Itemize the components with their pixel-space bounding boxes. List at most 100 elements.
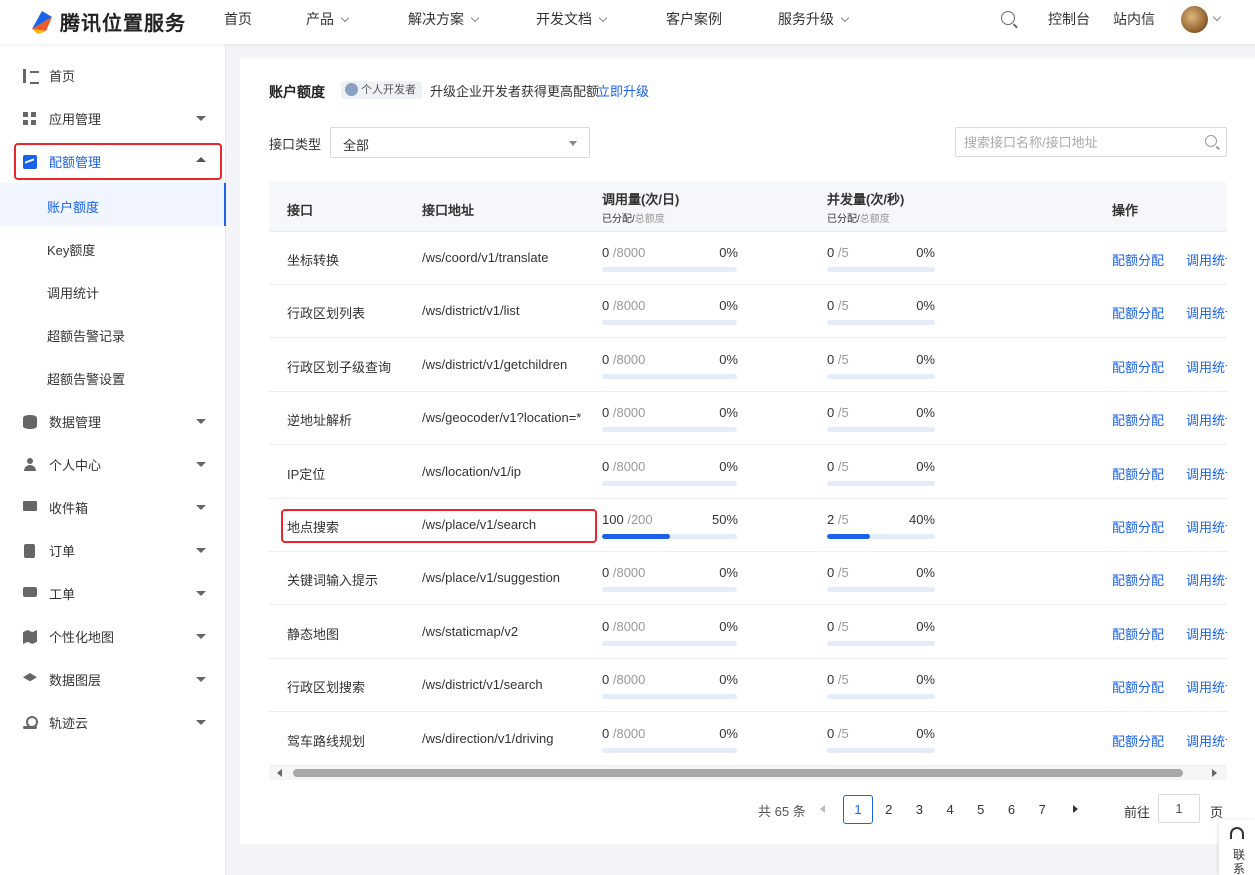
scroll-right-icon[interactable] [1212,769,1217,777]
pagination-total: 共 65 条 [758,804,806,819]
page-6[interactable]: 6 [997,795,1027,824]
prev-page-icon[interactable] [820,805,825,813]
upgrade-tip: 升级企业开发者获得更高配额 [430,84,600,99]
caret-down-icon [196,634,206,639]
sidebar-subitem-2[interactable]: 调用统计 [0,269,226,312]
page-3[interactable]: 3 [904,795,934,824]
brand-logo[interactable]: 腾讯位置服务 [28,6,186,36]
scroll-thumb[interactable] [293,769,1183,777]
page-4[interactable]: 4 [935,795,965,824]
quota-allocate-link[interactable]: 配额分配 [1112,303,1164,322]
nav-item-1[interactable]: 产品 [306,0,350,44]
scroll-left-icon[interactable] [277,769,282,777]
daily-percent: 0% [719,351,738,367]
grid-icon [23,112,37,126]
call-stats-link[interactable]: 调用统计 [1186,250,1227,269]
avatar[interactable] [1181,6,1208,33]
qps-usage: 0 /5 [827,459,849,474]
sidebar-item-1[interactable]: 应用管理 [0,97,226,140]
quota-allocate-link[interactable]: 配额分配 [1112,410,1164,429]
caret-down-icon [569,141,577,146]
quota-allocate-link[interactable]: 配额分配 [1112,731,1164,750]
qps-total: /5 [837,245,849,260]
chevron-down-icon[interactable] [1212,12,1222,22]
console-link[interactable]: 控制台 [1048,0,1090,44]
call-stats-link[interactable]: 调用统计 [1186,410,1227,429]
sidebar-item-0[interactable]: 首页 [0,54,226,97]
call-stats-link[interactable]: 调用统计 [1186,303,1227,322]
api-name: 逆地址解析 [287,413,353,429]
sidebar-item-10[interactable]: 轨迹云 [0,701,226,744]
nav-item-4[interactable]: 客户案例 [666,0,722,44]
qps-percent: 0% [916,245,935,260]
nav-item-2[interactable]: 解决方案 [408,0,480,44]
daily-usage: 0 /8000 [602,672,645,687]
quota-allocate-link[interactable]: 配额分配 [1112,517,1164,536]
logo-icon [32,11,52,34]
list-icon [23,69,39,84]
api-name: 驾车路线规划 [287,733,366,749]
qps-used: 0 [827,405,835,421]
call-stats-link[interactable]: 调用统计 [1186,464,1227,483]
contact-widget[interactable]: 联系 [1219,820,1255,875]
call-stats-link[interactable]: 调用统计 [1186,517,1227,536]
ticket-icon [23,587,37,597]
qps-usage: 0 /5 [827,565,849,580]
quota-allocate-link[interactable]: 配额分配 [1112,677,1164,696]
upgrade-link[interactable]: 立即升级 [597,81,649,100]
daily-used: 0 [602,565,610,581]
header-api: 接口 [287,203,314,218]
goto-page-input[interactable] [1158,794,1200,823]
quota-allocate-link[interactable]: 配额分配 [1112,570,1164,589]
search-icon[interactable] [1205,135,1217,147]
table-row: 驾车路线规划/ws/direction/v1/driving 0 /8000 0% 0… [269,713,1227,766]
quota-allocate-link[interactable]: 配额分配 [1112,250,1164,269]
sidebar-subitem-4[interactable]: 超额告警设置 [0,355,226,398]
qps-total: /5 [837,618,849,634]
sidebar-item-9[interactable]: 数据图层 [0,658,226,701]
sidebar-item-7[interactable]: 工单 [0,572,226,615]
inbox-link[interactable]: 站内信 [1113,0,1155,44]
contact-label: 联系 [1233,848,1246,875]
page-1[interactable]: 1 [843,795,873,824]
call-stats-link[interactable]: 调用统计 [1186,624,1227,643]
api-path: /ws/district/v1/list [422,303,520,319]
sidebar-subitem-label: 超额告警设置 [47,372,126,387]
page-2[interactable]: 2 [874,795,904,824]
daily-total: /8000 [612,672,646,688]
horizontal-scrollbar[interactable] [269,766,1227,780]
daily-used: 0 [602,725,610,741]
api-path: /ws/geocoder/v1?location=* [422,410,582,426]
sidebar-subitem-label: 超额告警记录 [47,329,126,344]
api-path: /ws/coord/v1/translate [422,250,549,265]
sidebar-subitem-0[interactable]: 账户额度 [0,183,226,226]
daily-usage: 0 /8000 [602,298,645,313]
search-input[interactable] [955,127,1227,157]
call-stats-link[interactable]: 调用统计 [1186,570,1227,589]
sidebar-item-3[interactable]: 数据管理 [0,400,226,443]
nav-item-0[interactable]: 首页 [224,0,252,44]
quota-allocate-link[interactable]: 配额分配 [1112,464,1164,483]
sidebar-item-6[interactable]: 订单 [0,529,226,572]
sidebar-item-4[interactable]: 个人中心 [0,443,226,486]
quota-allocate-link[interactable]: 配额分配 [1112,357,1164,376]
call-stats-link[interactable]: 调用统计 [1186,731,1227,750]
search-icon[interactable] [1001,11,1015,25]
sidebar-item-8[interactable]: 个性化地图 [0,615,226,658]
next-page-icon[interactable] [1073,805,1078,813]
sidebar-subitem-1[interactable]: Key额度 [0,226,226,269]
qps-percent: 0% [916,458,935,474]
quota-allocate-link[interactable]: 配额分配 [1112,624,1164,643]
call-stats-link[interactable]: 调用统计 [1186,357,1227,376]
api-type-select[interactable]: 全部 [330,127,590,158]
page-5[interactable]: 5 [966,795,996,824]
page-7[interactable]: 7 [1027,795,1057,824]
nav-item-5[interactable]: 服务升级 [778,0,850,44]
api-path: /ws/district/v1/getchildren [422,356,568,372]
sidebar-item-label: 轨迹云 [49,716,89,731]
nav-item-3[interactable]: 开发文档 [536,0,608,44]
call-stats-link[interactable]: 调用统计 [1186,677,1227,696]
sidebar-item-5[interactable]: 收件箱 [0,486,226,529]
sidebar-subitem-3[interactable]: 超额告警记录 [0,312,226,355]
nav-item-label: 开发文档 [536,11,592,27]
